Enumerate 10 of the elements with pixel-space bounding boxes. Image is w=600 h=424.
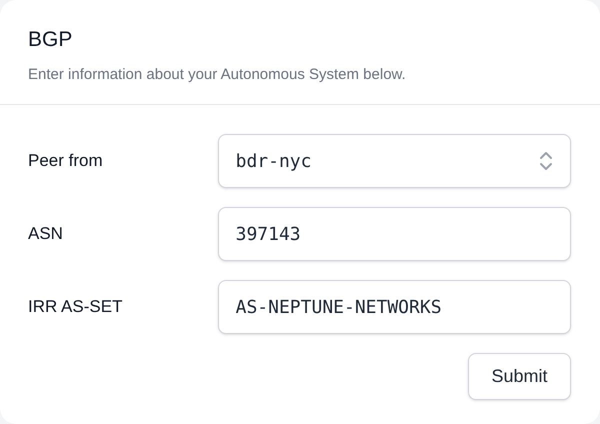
input-field[interactable]: AS-NEPTUNE-NETWORKS xyxy=(218,280,571,334)
field-label: Peer from xyxy=(27,150,104,172)
submit-button[interactable]: Submit xyxy=(468,353,571,400)
field-label: IRR AS-SET xyxy=(27,296,124,318)
card-title: BGP xyxy=(28,27,74,53)
input-field[interactable]: 397143 xyxy=(218,207,571,261)
field-label: ASN xyxy=(27,223,64,246)
peer-select[interactable]: bdr-nyc xyxy=(218,134,571,188)
card-description: Enter information about your Autonomous System below. xyxy=(28,64,407,84)
chevron-updown-icon xyxy=(539,150,553,172)
